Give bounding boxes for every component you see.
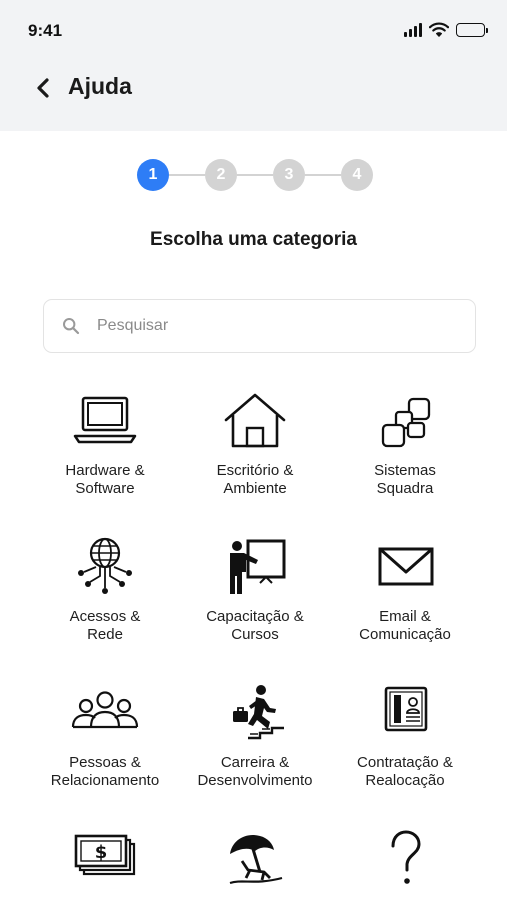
page-title: Ajuda xyxy=(68,73,132,99)
back-button[interactable] xyxy=(30,74,56,102)
house-icon xyxy=(220,390,290,452)
step-3: 3 xyxy=(273,159,305,191)
battery-icon xyxy=(456,22,488,37)
category-financeiro[interactable]: $ xyxy=(30,828,180,900)
category-label: Acessos & Rede xyxy=(69,608,141,643)
step-2: 2 xyxy=(205,159,237,191)
id-card-icon xyxy=(370,682,440,744)
category-contratacao-realocacao[interactable]: Contratação & Realocação xyxy=(330,682,480,792)
search-box[interactable] xyxy=(43,299,476,353)
app-header: 9:41 Ajuda xyxy=(0,0,507,131)
category-pessoas-relacionamento[interactable]: Pessoas & Relacionamento xyxy=(30,682,180,792)
squares-icon xyxy=(370,390,440,452)
category-capacitacao-cursos[interactable]: Capacitação & Cursos xyxy=(180,536,330,646)
presentation-icon xyxy=(220,536,290,598)
category-sistemas-squadra[interactable]: Sistemas Squadra xyxy=(330,390,480,500)
step-1: 1 xyxy=(137,159,169,191)
category-acessos-rede[interactable]: Acessos & Rede xyxy=(30,536,180,646)
step-connector xyxy=(169,174,205,176)
step-connector xyxy=(237,174,273,176)
category-label: Carreira & Desenvolvimento xyxy=(197,754,313,789)
globe-network-icon xyxy=(70,536,140,598)
status-icons xyxy=(404,22,488,37)
category-outros[interactable] xyxy=(330,828,480,900)
beach-umbrella-icon xyxy=(220,828,290,890)
search-input[interactable] xyxy=(97,317,437,335)
signal-icon xyxy=(404,22,422,37)
category-label: Email & Comunicação xyxy=(359,608,451,643)
money-icon: $ xyxy=(70,828,140,890)
category-label: Contratação & Realocação xyxy=(357,754,453,789)
category-carreira-desenvolvimento[interactable]: Carreira & Desenvolvimento xyxy=(180,682,330,792)
section-title: Escolha uma categoria xyxy=(150,229,357,250)
stepper: 1 2 3 4 xyxy=(137,159,373,191)
category-escritorio-ambiente[interactable]: Escritório & Ambiente xyxy=(180,390,330,500)
step-connector xyxy=(305,174,341,176)
career-stairs-icon xyxy=(220,682,290,744)
category-label: Capacitação & Cursos xyxy=(206,608,304,643)
category-grid: Hardware & Software Escritório & Ambient… xyxy=(30,390,480,900)
category-label: Sistemas Squadra xyxy=(374,462,436,497)
people-icon xyxy=(70,682,140,744)
category-ferias[interactable] xyxy=(180,828,330,900)
category-label: Escritório & Ambiente xyxy=(216,462,294,497)
category-label: Hardware & Software xyxy=(65,462,145,497)
chevron-left-icon xyxy=(37,78,49,98)
step-4: 4 xyxy=(341,159,373,191)
wifi-icon xyxy=(429,22,449,37)
category-label: Pessoas & Relacionamento xyxy=(50,754,160,789)
question-mark-icon xyxy=(370,828,440,890)
envelope-icon xyxy=(370,536,440,598)
svg-text:$: $ xyxy=(95,842,108,863)
laptop-icon xyxy=(70,390,140,452)
category-email-comunicacao[interactable]: Email & Comunicação xyxy=(330,536,480,646)
status-time: 9:41 xyxy=(28,21,63,40)
category-hardware-software[interactable]: Hardware & Software xyxy=(30,390,180,500)
search-icon xyxy=(62,317,80,335)
